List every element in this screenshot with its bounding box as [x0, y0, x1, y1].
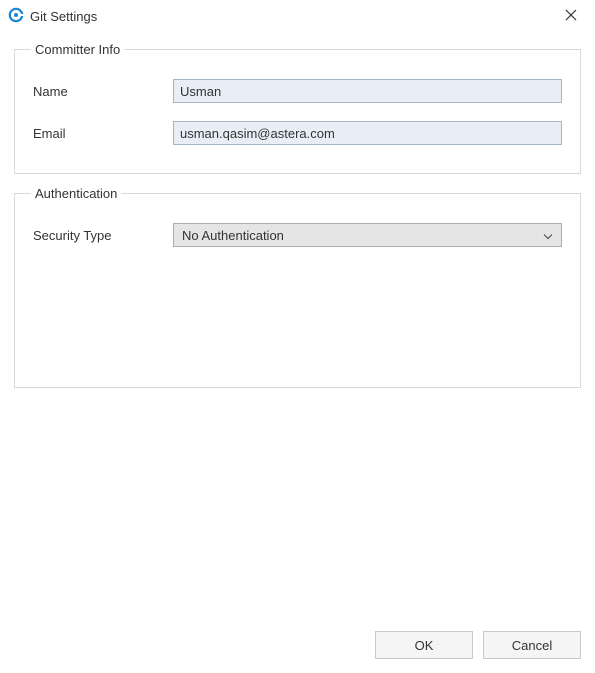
authentication-group: Authentication Security Type No Authenti…	[14, 186, 581, 388]
chevron-down-icon	[543, 228, 553, 243]
button-bar: OK Cancel	[375, 631, 581, 659]
security-type-value: No Authentication	[182, 228, 284, 243]
close-icon	[565, 9, 577, 24]
security-type-row: Security Type No Authentication	[33, 223, 562, 247]
email-row: Email	[33, 121, 562, 145]
email-input[interactable]	[173, 121, 562, 145]
ok-button[interactable]: OK	[375, 631, 473, 659]
cancel-button[interactable]: Cancel	[483, 631, 581, 659]
security-type-select[interactable]: No Authentication	[173, 223, 562, 247]
name-label: Name	[33, 84, 173, 99]
security-type-label: Security Type	[33, 228, 173, 243]
close-button[interactable]	[557, 2, 585, 30]
name-row: Name	[33, 79, 562, 103]
app-icon	[8, 7, 24, 26]
committer-info-legend: Committer Info	[31, 42, 124, 57]
titlebar: Git Settings	[0, 0, 595, 32]
titlebar-left: Git Settings	[8, 7, 97, 26]
email-label: Email	[33, 126, 173, 141]
content-area: Committer Info Name Email Authentication…	[0, 32, 595, 410]
authentication-legend: Authentication	[31, 186, 121, 201]
security-type-select-wrap: No Authentication	[173, 223, 562, 247]
committer-info-group: Committer Info Name Email	[14, 42, 581, 174]
name-input[interactable]	[173, 79, 562, 103]
window-title: Git Settings	[30, 9, 97, 24]
